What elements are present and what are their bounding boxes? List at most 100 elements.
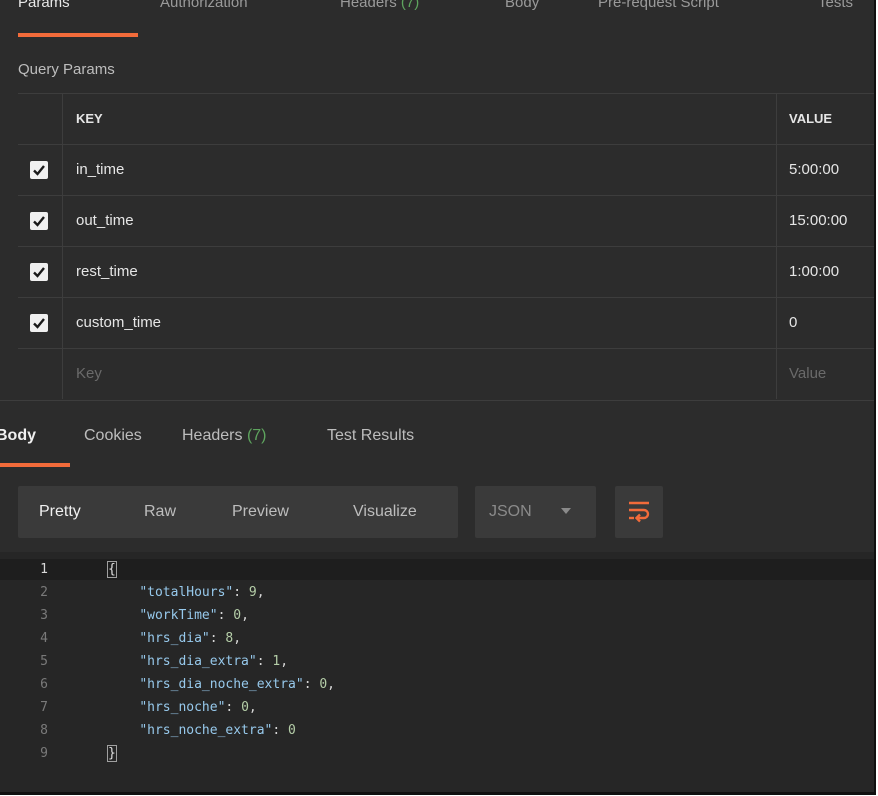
json-comma: , xyxy=(233,631,242,646)
param-value[interactable]: 0 xyxy=(789,298,797,348)
postman-panel: Params Authorization Headers (7) Body Pr… xyxy=(0,0,876,795)
line-number: 6 xyxy=(40,677,48,692)
new-param-row: Key Value xyxy=(18,348,874,399)
code-line: 9 } xyxy=(0,743,874,764)
close-brace: } xyxy=(107,745,117,762)
json-key: "hrs_dia_noche_extra" xyxy=(139,677,304,692)
view-raw-button[interactable]: Raw xyxy=(144,486,176,538)
check-cell xyxy=(18,298,63,348)
params-header-row: KEY VALUE xyxy=(18,93,874,144)
json-comma: , xyxy=(256,585,265,600)
open-brace: { xyxy=(107,561,117,578)
check-cell xyxy=(18,349,63,399)
json-comma: , xyxy=(241,608,249,623)
line-number: 2 xyxy=(40,585,48,600)
param-checkbox[interactable] xyxy=(30,212,48,230)
param-value[interactable]: 5:00:00 xyxy=(789,145,839,195)
wrap-lines-button[interactable] xyxy=(615,486,663,538)
code-line: 4 "hrs_dia": 8, xyxy=(0,628,874,649)
param-key[interactable]: in_time xyxy=(76,145,124,195)
line-number: 9 xyxy=(40,746,48,761)
value-cell: 15:00:00 xyxy=(776,196,874,246)
code-text: "hrs_dia_extra": 1, xyxy=(139,654,289,669)
response-tab-body-label: Body xyxy=(0,427,36,444)
line-number: 1 xyxy=(40,562,48,577)
json-comma: , xyxy=(248,700,257,715)
code-line: 8 "hrs_noche_extra": 0 xyxy=(0,720,874,741)
json-comma: , xyxy=(280,654,289,669)
new-value-input[interactable]: Value xyxy=(789,349,826,399)
value-column-cell: VALUE xyxy=(776,94,874,144)
param-row: out_time 15:00:00 xyxy=(18,195,874,246)
value-cell: 0 xyxy=(776,298,874,348)
tab-headers-count: (7) xyxy=(400,0,420,11)
response-headers-count: (7) xyxy=(246,427,267,444)
response-tab-body[interactable]: Body xyxy=(0,427,36,445)
key-column-header: KEY xyxy=(76,111,103,126)
response-tabs: Body Cookies Headers (7) Test Results xyxy=(0,400,874,469)
param-value[interactable]: 1:00:00 xyxy=(789,247,839,297)
query-params-table: KEY VALUE in_time 5:00:00 out_time 15:00… xyxy=(18,93,874,399)
param-checkbox[interactable] xyxy=(30,161,48,179)
param-key[interactable]: rest_time xyxy=(76,247,138,297)
checkmark-icon xyxy=(33,216,45,227)
checkmark-icon xyxy=(33,165,45,176)
response-body-editor[interactable]: 1 { 2 "totalHours": 9, 3 "workTime": 0, … xyxy=(0,552,874,792)
tab-params[interactable]: Params xyxy=(18,0,70,11)
tab-tests[interactable]: Tests xyxy=(818,0,853,11)
checkmark-icon xyxy=(33,267,45,278)
param-key[interactable]: custom_time xyxy=(76,298,161,348)
code-line: 3 "workTime": 0, xyxy=(0,605,874,626)
tab-authorization-label: Authorization xyxy=(160,0,248,11)
check-cell xyxy=(18,247,63,297)
response-tab-headers-label: Headers xyxy=(182,427,243,444)
param-value[interactable]: 15:00:00 xyxy=(789,196,847,246)
response-toolbar: Pretty Raw Preview Visualize JSON xyxy=(18,486,874,540)
view-preview-button[interactable]: Preview xyxy=(232,486,289,538)
json-value: 9 xyxy=(248,585,257,600)
new-key-input[interactable]: Key xyxy=(76,349,102,399)
code-line: 5 "hrs_dia_extra": 1, xyxy=(0,651,874,672)
code-line: 1 { xyxy=(0,559,874,580)
tab-pre-request-script[interactable]: Pre-request Script xyxy=(598,0,719,11)
active-tab-indicator xyxy=(18,33,138,37)
value-cell: 5:00:00 xyxy=(776,145,874,195)
response-tab-cookies[interactable]: Cookies xyxy=(84,427,142,445)
param-row: custom_time 0 xyxy=(18,297,874,348)
format-dropdown[interactable]: JSON xyxy=(475,486,596,538)
tab-headers[interactable]: Headers (7) xyxy=(340,0,419,11)
checkmark-icon xyxy=(33,318,45,329)
json-comma: , xyxy=(327,677,335,692)
code-line: 7 "hrs_noche": 0, xyxy=(0,697,874,718)
param-checkbox[interactable] xyxy=(30,314,48,332)
view-mode-segmented-control: Pretty Raw Preview Visualize xyxy=(18,486,458,538)
json-key: "hrs_noche" xyxy=(139,700,226,715)
response-active-tab-indicator xyxy=(0,463,70,467)
line-number: 4 xyxy=(40,631,48,646)
json-value: 0 xyxy=(319,677,328,692)
view-visualize-button[interactable]: Visualize xyxy=(353,486,417,538)
header-check-cell xyxy=(18,94,63,144)
tab-headers-label: Headers xyxy=(340,0,397,11)
wrap-lines-icon xyxy=(629,501,650,523)
value-cell: Value xyxy=(776,349,874,399)
json-key: "hrs_dia_extra" xyxy=(139,654,257,669)
code-text: "totalHours": 9, xyxy=(139,585,265,600)
value-column-header: VALUE xyxy=(789,111,833,126)
view-pretty-button[interactable]: Pretty xyxy=(39,486,81,538)
response-tab-headers[interactable]: Headers (7) xyxy=(182,427,267,445)
json-key: "workTime" xyxy=(139,608,218,623)
param-key[interactable]: out_time xyxy=(76,196,134,246)
tab-params-label: Params xyxy=(18,0,70,11)
code-text: "hrs_dia_noche_extra": 0, xyxy=(139,677,335,692)
response-tab-test-results-label: Test Results xyxy=(327,427,415,444)
tab-authorization[interactable]: Authorization xyxy=(160,0,248,11)
line-number: 3 xyxy=(40,608,48,623)
code-text: "workTime": 0, xyxy=(139,608,249,623)
json-key: "hrs_noche_extra" xyxy=(139,723,273,738)
response-tab-test-results[interactable]: Test Results xyxy=(327,427,414,445)
code-text: } xyxy=(107,743,117,764)
json-value: 0 xyxy=(233,608,242,623)
tab-body[interactable]: Body xyxy=(505,0,539,11)
param-checkbox[interactable] xyxy=(30,263,48,281)
